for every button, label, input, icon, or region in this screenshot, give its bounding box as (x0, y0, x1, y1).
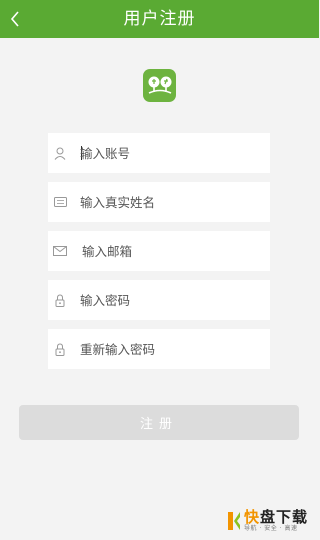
real-name-field (48, 182, 270, 222)
watermark-k-icon (228, 510, 241, 532)
confirm-password-input[interactable] (80, 329, 265, 369)
register-button[interactable]: 注册 (19, 405, 299, 440)
watermark-slogan: 导航 · 安全 · 高速 (244, 525, 298, 532)
lock-icon (52, 341, 68, 357)
password-input[interactable] (80, 280, 265, 320)
app-logo-icon (143, 69, 176, 102)
id-card-icon (52, 194, 68, 210)
app-header: 用户注册 (0, 0, 319, 38)
watermark-logo: 快盘下载 导航 · 安全 · 高速 (228, 506, 316, 536)
mail-icon (52, 243, 68, 259)
watermark-brand: 盘下载 (260, 508, 309, 526)
email-field (48, 231, 270, 271)
account-field (48, 133, 270, 173)
lock-icon (52, 292, 68, 308)
real-name-input[interactable] (80, 182, 265, 222)
watermark-accent: 快 (244, 508, 261, 526)
password-field (48, 280, 270, 320)
user-icon (52, 145, 68, 161)
confirm-password-field (48, 329, 270, 369)
register-screen: 用户注册 输入账号 输入真实姓名 输入邮箱 注册 快盘下载 导航 · 安全 · … (0, 0, 319, 540)
account-input[interactable] (80, 133, 265, 173)
email-input[interactable] (82, 231, 267, 271)
page-title: 用户注册 (123, 9, 196, 29)
